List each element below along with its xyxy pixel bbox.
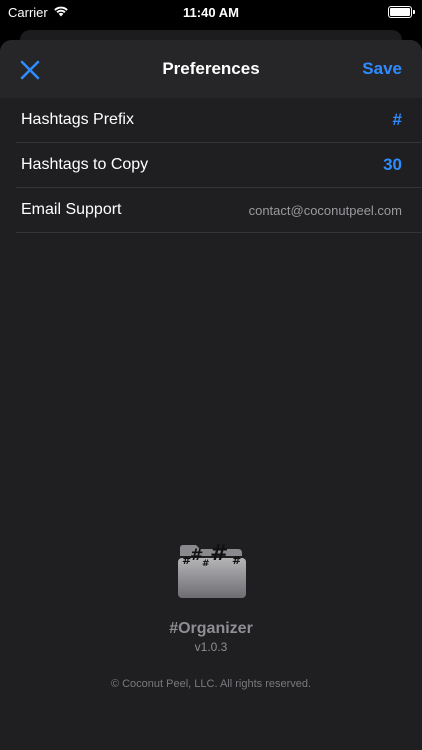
row-hashtags-prefix[interactable]: Hashtags Prefix # — [16, 98, 422, 143]
status-bar: Carrier 11:40 AM — [0, 0, 422, 24]
battery-fill — [390, 8, 410, 16]
navigation-bar: Preferences Save — [0, 40, 422, 98]
row-hashtags-to-copy[interactable]: Hashtags to Copy 30 — [16, 143, 422, 188]
hashtag-folder-icon: # # # # # — [176, 538, 248, 600]
row-label: Hashtags Prefix — [21, 111, 134, 128]
battery-icon — [388, 6, 415, 18]
svg-text:#: # — [232, 554, 241, 567]
hashtags-prefix-value[interactable]: # — [393, 110, 402, 130]
copyright-text: © Coconut Peel, LLC. All rights reserved… — [110, 678, 312, 690]
close-icon — [20, 60, 40, 80]
hashtags-to-copy-value[interactable]: 30 — [383, 155, 402, 175]
status-time: 11:40 AM — [183, 4, 239, 20]
app-version: v1.0.3 — [194, 640, 228, 654]
save-button[interactable]: Save — [362, 40, 402, 98]
row-label: Email Support — [21, 201, 122, 218]
settings-list: Hashtags Prefix # Hashtags to Copy 30 Em… — [0, 98, 422, 233]
row-label: Hashtags to Copy — [21, 156, 149, 173]
svg-text:#: # — [210, 541, 228, 566]
close-button[interactable] — [18, 58, 42, 82]
email-support-value[interactable]: contact@coconutpeel.com — [249, 203, 402, 218]
app-name: #Organizer — [169, 620, 253, 637]
row-email-support[interactable]: Email Support contact@coconutpeel.com — [16, 188, 422, 233]
svg-text:#: # — [202, 559, 210, 569]
page-title: Preferences — [162, 59, 260, 78]
